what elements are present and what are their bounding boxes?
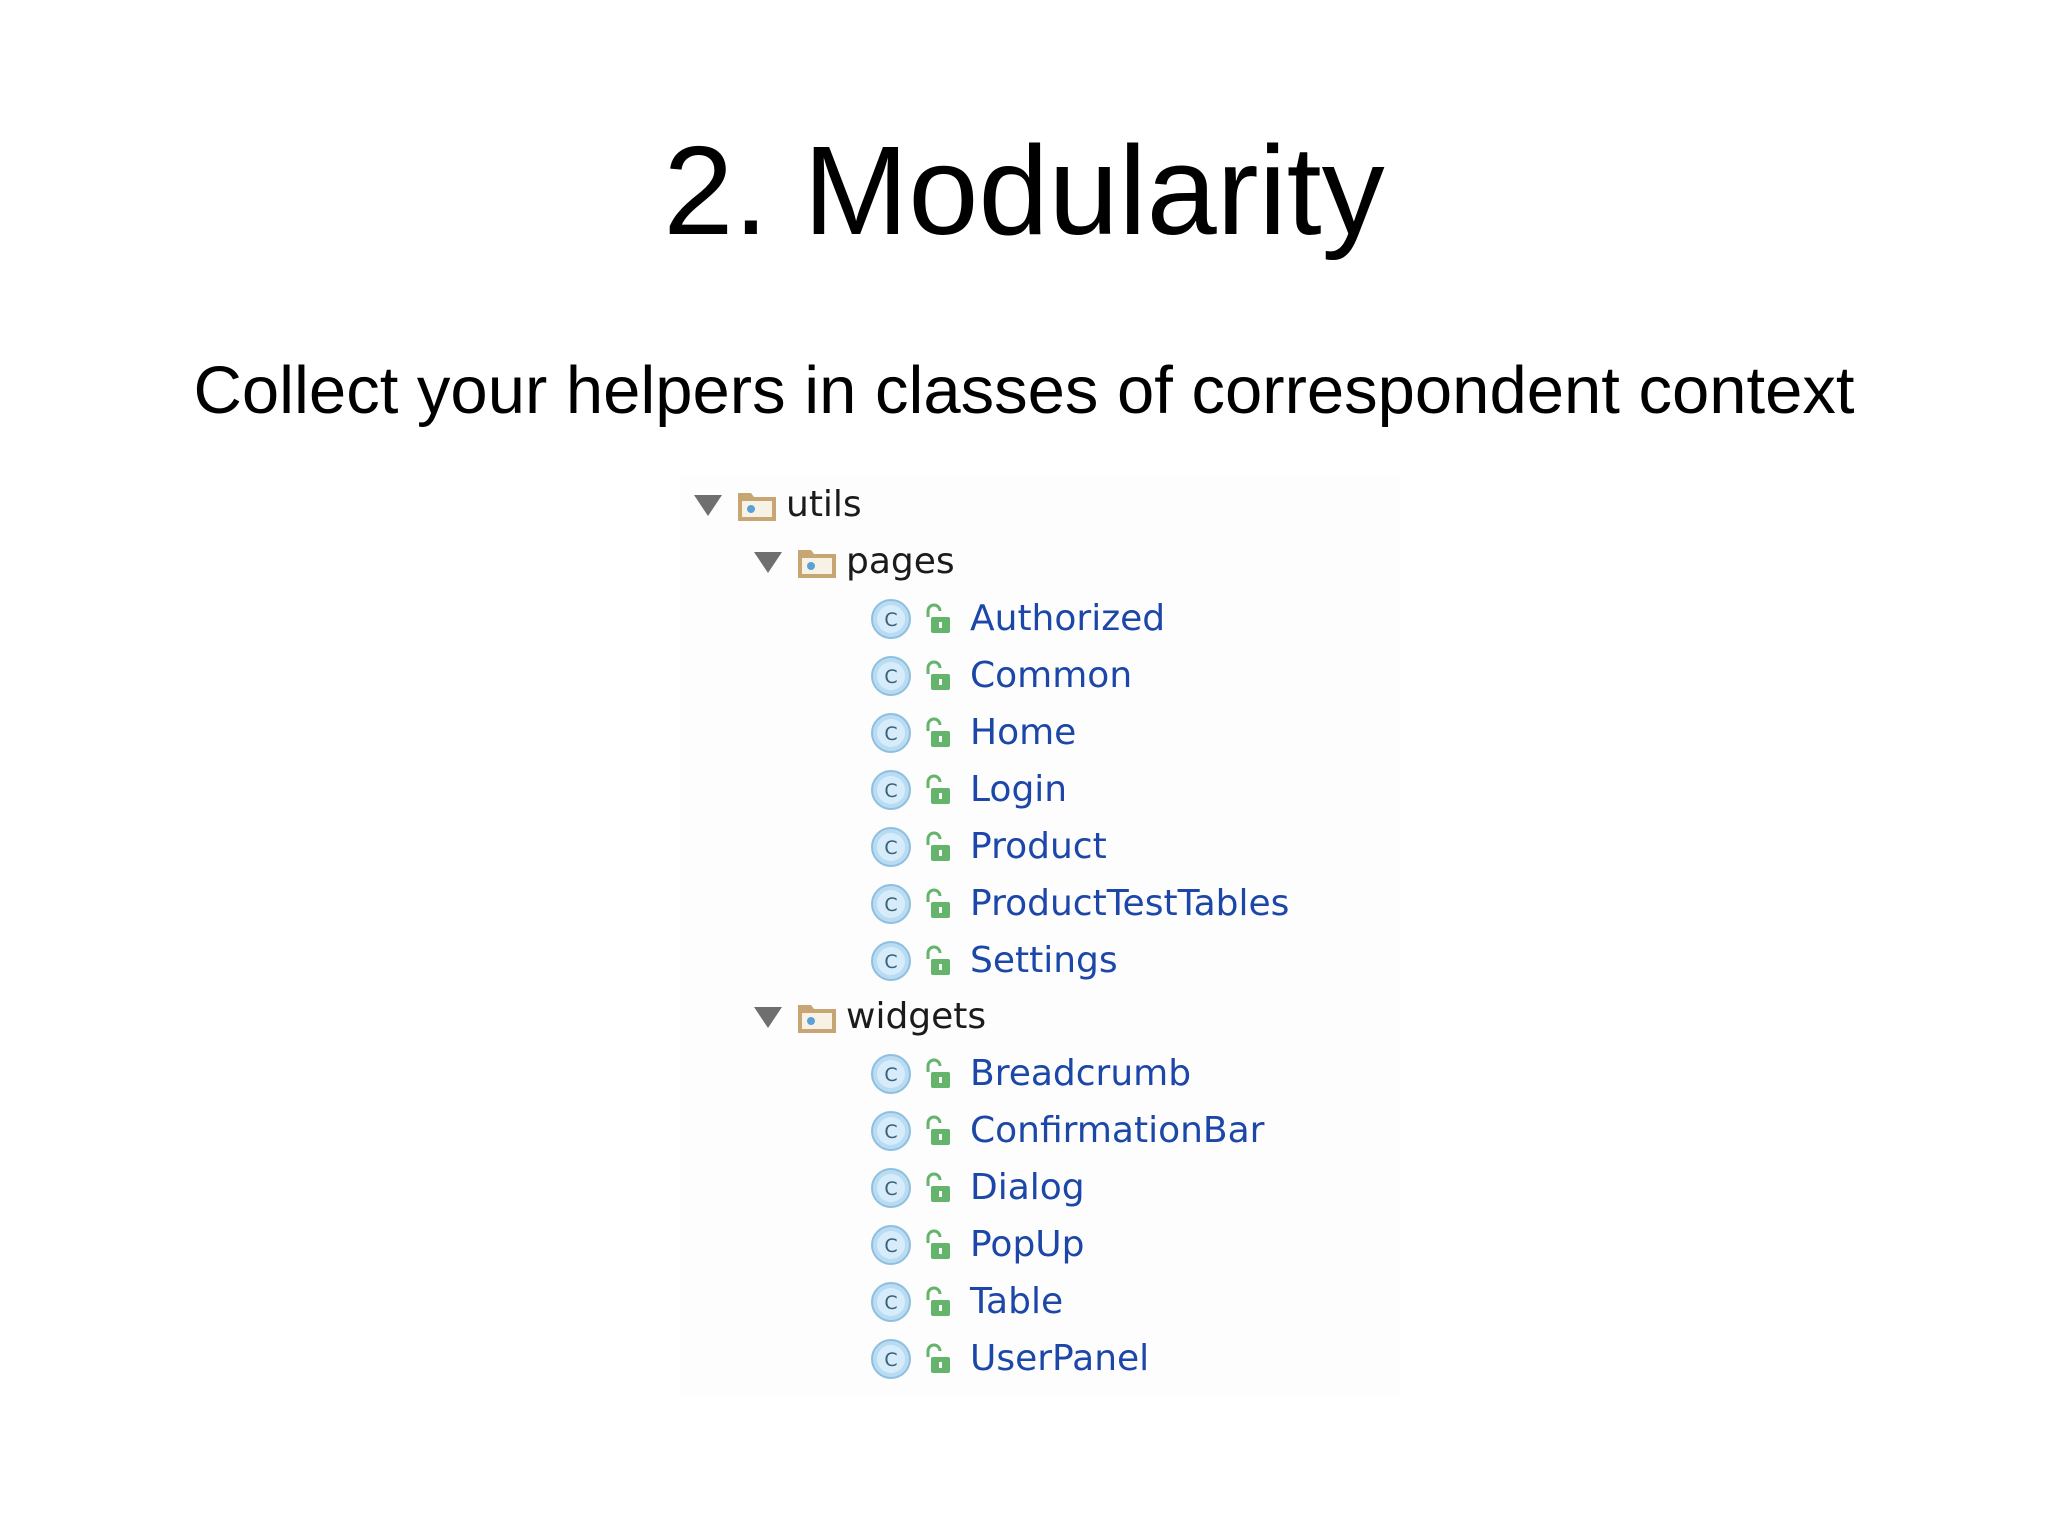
tree-class-item[interactable]: C Authorized — [870, 590, 1165, 647]
tree-node-label: widgets — [846, 996, 987, 1037]
public-unlock-icon — [922, 659, 952, 693]
public-unlock-icon — [922, 716, 952, 750]
class-c-icon: C — [870, 1338, 912, 1380]
public-unlock-icon — [922, 1057, 952, 1091]
svg-text:C: C — [884, 1349, 897, 1371]
public-unlock-icon — [922, 1285, 952, 1319]
tree-class-item[interactable]: C Breadcrumb — [870, 1045, 1191, 1102]
class-c-icon: C — [870, 598, 912, 640]
class-c-icon: C — [870, 712, 912, 754]
class-name-label[interactable]: Breadcrumb — [970, 1045, 1191, 1102]
class-name-label[interactable]: Common — [970, 647, 1132, 704]
class-c-icon: C — [870, 1167, 912, 1209]
public-unlock-icon — [922, 830, 952, 864]
project-tree-panel: utils pages C Authorized C Common C Home C Logi… — [680, 476, 1400, 1396]
tree-class-item[interactable]: C Common — [870, 647, 1132, 704]
svg-text:C: C — [884, 780, 897, 802]
svg-text:C: C — [884, 666, 897, 688]
slide-subtitle: Collect your helpers in classes of corre… — [193, 353, 1855, 428]
class-name-label[interactable]: ProductTestTables — [970, 875, 1289, 932]
svg-text:C: C — [884, 1064, 897, 1086]
tree-node-pages[interactable]: pages — [752, 533, 955, 590]
public-unlock-icon — [922, 602, 952, 636]
class-name-label[interactable]: Home — [970, 704, 1076, 761]
svg-text:C: C — [884, 894, 897, 916]
class-name-label[interactable]: PopUp — [970, 1216, 1085, 1273]
class-c-icon: C — [870, 769, 912, 811]
package-folder-icon — [796, 997, 840, 1037]
public-unlock-icon — [922, 944, 952, 978]
tree-class-item[interactable]: C Table — [870, 1273, 1063, 1330]
tree-class-item[interactable]: C PopUp — [870, 1216, 1085, 1273]
slide-title: 2. Modularity — [663, 120, 1385, 261]
class-name-label[interactable]: Table — [970, 1273, 1063, 1330]
svg-text:C: C — [884, 1121, 897, 1143]
public-unlock-icon — [922, 1114, 952, 1148]
triangle-down-icon[interactable] — [692, 476, 736, 533]
class-c-icon: C — [870, 1053, 912, 1095]
tree-class-item[interactable]: C Home — [870, 704, 1076, 761]
tree-class-item[interactable]: C ProductTestTables — [870, 875, 1289, 932]
tree-class-item[interactable]: C Settings — [870, 932, 1118, 989]
package-folder-icon — [736, 485, 780, 525]
svg-text:C: C — [884, 1235, 897, 1257]
public-unlock-icon — [922, 1342, 952, 1376]
svg-text:C: C — [884, 1292, 897, 1314]
tree-class-item[interactable]: C UserPanel — [870, 1330, 1149, 1387]
svg-text:C: C — [884, 609, 897, 631]
tree-class-item[interactable]: C Product — [870, 818, 1107, 875]
class-c-icon: C — [870, 826, 912, 868]
class-name-label[interactable]: Login — [970, 761, 1067, 818]
class-c-icon: C — [870, 655, 912, 697]
public-unlock-icon — [922, 887, 952, 921]
tree-class-item[interactable]: C Login — [870, 761, 1067, 818]
tree-class-item[interactable]: C ConfirmationBar — [870, 1102, 1264, 1159]
class-c-icon: C — [870, 1110, 912, 1152]
tree-node-utils[interactable]: utils — [692, 476, 862, 533]
public-unlock-icon — [922, 773, 952, 807]
class-name-label[interactable]: Dialog — [970, 1159, 1085, 1216]
svg-text:C: C — [884, 837, 897, 859]
class-name-label[interactable]: Settings — [970, 932, 1118, 989]
tree-node-label: utils — [786, 484, 862, 525]
public-unlock-icon — [922, 1228, 952, 1262]
public-unlock-icon — [922, 1171, 952, 1205]
svg-text:C: C — [884, 723, 897, 745]
svg-text:C: C — [884, 951, 897, 973]
class-name-label[interactable]: Product — [970, 818, 1107, 875]
class-c-icon: C — [870, 940, 912, 982]
tree-node-widgets[interactable]: widgets — [752, 988, 986, 1045]
tree-node-label: pages — [846, 541, 955, 582]
package-folder-icon — [796, 542, 840, 582]
triangle-down-icon[interactable] — [752, 988, 796, 1045]
tree-class-item[interactable]: C Dialog — [870, 1159, 1085, 1216]
class-name-label[interactable]: ConfirmationBar — [970, 1102, 1264, 1159]
class-name-label[interactable]: UserPanel — [970, 1330, 1149, 1387]
svg-text:C: C — [884, 1178, 897, 1200]
class-c-icon: C — [870, 1224, 912, 1266]
class-c-icon: C — [870, 883, 912, 925]
class-c-icon: C — [870, 1281, 912, 1323]
class-name-label[interactable]: Authorized — [970, 590, 1165, 647]
triangle-down-icon[interactable] — [752, 533, 796, 590]
